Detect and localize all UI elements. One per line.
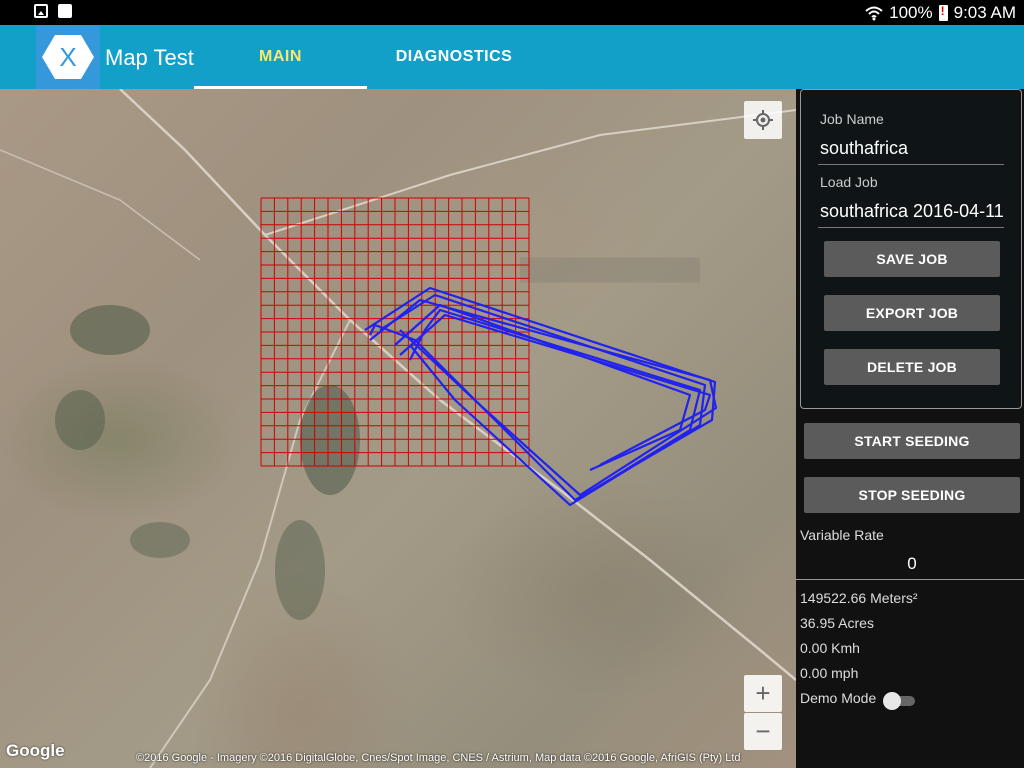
road xyxy=(0,149,201,261)
tab-main[interactable]: MAIN xyxy=(194,25,367,89)
tab-diagnostics-label: DIAGNOSTICS xyxy=(395,48,513,65)
start-seeding-button[interactable]: START SEEDING xyxy=(804,423,1020,459)
xamarin-logo-icon: X xyxy=(36,25,100,89)
variable-rate-input[interactable]: 0 xyxy=(800,554,1024,574)
vegetation xyxy=(275,520,325,620)
vegetation xyxy=(300,385,360,495)
job-name-input[interactable]: southafrica xyxy=(820,138,908,159)
vegetation xyxy=(130,522,190,558)
battery-percent: 100% xyxy=(889,3,933,22)
notification-icons xyxy=(34,4,72,18)
export-job-button[interactable]: EXPORT JOB xyxy=(824,295,1000,331)
job-name-underline xyxy=(818,164,1004,165)
wifi-icon xyxy=(865,6,883,21)
save-job-button[interactable]: SAVE JOB xyxy=(824,241,1000,277)
track-segment xyxy=(364,286,717,502)
demo-mode-label: Demo Mode xyxy=(800,690,877,706)
battery-alert-icon xyxy=(938,4,948,21)
map-overlay xyxy=(0,89,796,768)
satellite-map[interactable] xyxy=(0,89,796,768)
tab-diagnostics[interactable]: DIAGNOSTICS xyxy=(367,25,541,89)
area-acres: 36.95 Acres xyxy=(800,615,874,631)
area-meters: 149522.66 Meters² xyxy=(800,590,918,606)
job-name-label: Job Name xyxy=(820,111,884,127)
logo-letter: X xyxy=(59,42,76,72)
my-location-button[interactable] xyxy=(744,101,782,139)
load-job-underline xyxy=(818,227,1004,228)
image-notification-icon xyxy=(34,4,48,18)
crosshair-icon xyxy=(753,110,773,130)
vegetation xyxy=(55,390,105,450)
clock: 9:03 AM xyxy=(953,3,1016,22)
status-right: 100% 9:03 AM xyxy=(865,3,1016,23)
variable-rate-label: Variable Rate xyxy=(800,527,884,543)
zoom-out-button[interactable]: − xyxy=(744,713,782,750)
speed-kmh: 0.00 Kmh xyxy=(800,640,860,656)
briefcase-notification-icon xyxy=(58,4,72,18)
vegetation xyxy=(70,305,150,355)
delete-job-button[interactable]: DELETE JOB xyxy=(824,349,1000,385)
zoom-in-button[interactable]: + xyxy=(744,675,782,712)
status-bar: 100% 9:03 AM xyxy=(0,0,1024,25)
app-title: Map Test xyxy=(105,45,194,70)
speed-mph: 0.00 mph xyxy=(800,665,859,681)
map-attribution: ©2016 Google - Imagery ©2016 DigitalGlob… xyxy=(136,752,741,764)
google-logo: Google xyxy=(6,741,65,760)
demo-mode-switch[interactable] xyxy=(883,692,917,710)
stop-seeding-button[interactable]: STOP SEEDING xyxy=(804,477,1020,513)
load-job-select[interactable]: southafrica 2016-04-11 xyxy=(820,201,1004,222)
gps-track xyxy=(364,286,718,507)
app-bar: X Map Test MAIN DIAGNOSTICS xyxy=(0,25,1024,89)
tab-main-label: MAIN xyxy=(259,48,302,65)
road xyxy=(264,109,796,236)
variable-rate-underline xyxy=(796,579,1024,580)
switch-thumb xyxy=(883,692,901,710)
load-job-label: Load Job xyxy=(820,174,878,190)
